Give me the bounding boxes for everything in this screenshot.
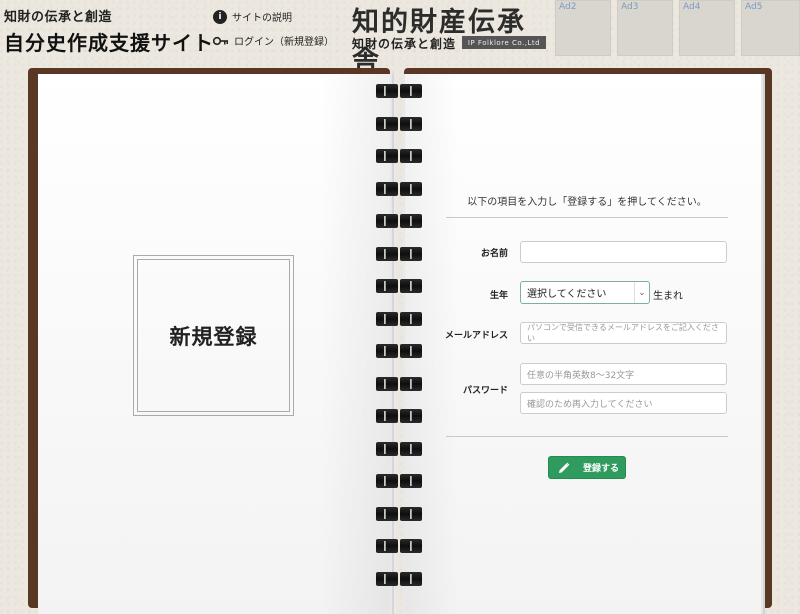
ad-label: Ad5	[745, 2, 763, 12]
nav-login-label: ログイン（新規登録）	[234, 37, 334, 48]
ad-label: Ad3	[621, 2, 639, 12]
name-label: お名前	[480, 249, 508, 259]
birth-year-select[interactable]: 選択してください ⌄	[520, 281, 650, 304]
spiral-ring	[374, 214, 424, 228]
divider	[446, 436, 728, 437]
spiral-ring	[374, 149, 424, 163]
ad-slot-5[interactable]: Ad5	[741, 0, 800, 56]
info-circle-icon: i	[213, 9, 227, 24]
key-icon	[213, 34, 229, 48]
site-title[interactable]: 自分史作成支援サイト	[4, 27, 214, 56]
spiral-ring	[374, 84, 424, 98]
name-input[interactable]	[520, 241, 727, 263]
pencil-icon	[553, 462, 575, 474]
site-subtitle: 知財の伝承と創造	[4, 10, 113, 25]
spiral-ring	[374, 116, 424, 131]
nav-about-label: サイトの説明	[232, 13, 292, 24]
spiral-ring	[374, 441, 424, 456]
password-input[interactable]: 任意の半角英数8～32文字	[520, 363, 727, 385]
spiral-ring	[374, 539, 424, 553]
chevron-down-icon: ⌄	[634, 282, 649, 303]
form-instruction: 以下の項目を入力し「登録する」を押してください。	[467, 197, 707, 208]
notebook-right-page	[405, 74, 761, 614]
spiral-ring	[374, 344, 424, 358]
spiral-ring	[374, 376, 424, 391]
ad-label: Ad2	[559, 2, 577, 12]
spiral-ring	[374, 279, 424, 293]
nav-login-link[interactable]: ログイン（新規登録）	[213, 33, 334, 48]
logo-badge: IP Folklore Co.,Ltd	[462, 36, 546, 49]
nav-about-link[interactable]: i サイトの説明	[213, 9, 292, 24]
spiral-ring	[374, 409, 424, 423]
company-logo[interactable]: 知的財産伝承舎 知財の伝承と創造 IP Folklore Co.,Ltd	[350, 0, 548, 77]
submit-label: 登録する	[583, 464, 620, 474]
logo-subtitle: 知財の伝承と創造	[352, 37, 457, 51]
ad-slot-3[interactable]: Ad3	[617, 0, 673, 56]
password-label: パスワード	[462, 386, 508, 396]
email-input[interactable]: パソコンで受信できるメールアドレスをご記入ください	[520, 322, 727, 344]
birth-suffix: 生まれ	[653, 291, 683, 302]
birth-year-value: 選択してください	[527, 289, 607, 300]
ad-label: Ad4	[683, 2, 701, 12]
spiral-ring	[374, 506, 424, 521]
spiral-ring	[374, 474, 424, 488]
spiral-ring	[374, 571, 424, 586]
birth-year-label: 生年	[489, 291, 508, 301]
ad-slot-2[interactable]: Ad2	[555, 0, 611, 56]
page-title-frame: 新規登録	[133, 255, 294, 416]
page-title: 新規登録	[169, 323, 258, 349]
email-label: メールアドレス	[444, 331, 508, 341]
submit-button[interactable]: 登録する	[548, 456, 626, 479]
ad-slot-4[interactable]: Ad4	[679, 0, 735, 56]
spiral-ring	[374, 311, 424, 326]
spiral-ring	[374, 246, 424, 261]
password-confirm-input[interactable]: 確認のため再入力してください	[520, 392, 727, 414]
divider	[446, 217, 728, 218]
spiral-ring	[374, 181, 424, 196]
